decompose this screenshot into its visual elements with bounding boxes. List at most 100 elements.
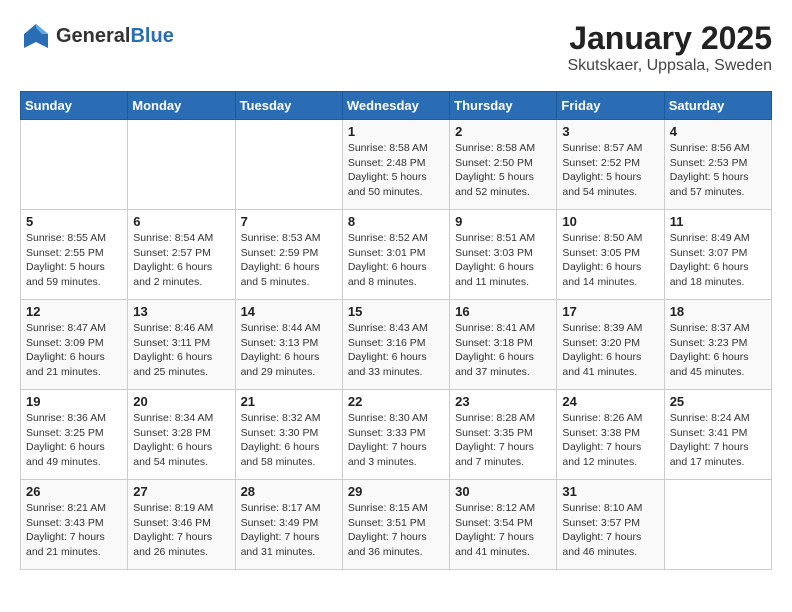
calendar-cell: 10 Sunrise: 8:50 AM Sunset: 3:05 PM Dayli… bbox=[557, 210, 664, 300]
day-info: Sunrise: 8:56 AM Sunset: 2:53 PM Dayligh… bbox=[670, 141, 766, 200]
calendar-week-1: 1Sunrise: 8:58 AM Sunset: 2:48 PM Daylig… bbox=[21, 120, 772, 210]
col-wednesday: Wednesday bbox=[342, 92, 449, 120]
day-number: 26 bbox=[26, 484, 122, 499]
calendar-cell: 19Sunrise: 8:36 AM Sunset: 3:25 PM Dayli… bbox=[21, 390, 128, 480]
header-row: Sunday Monday Tuesday Wednesday Thursday… bbox=[21, 92, 772, 120]
calendar-week-2: 5Sunrise: 8:55 AM Sunset: 2:55 PM Daylig… bbox=[21, 210, 772, 300]
calendar-header: Sunday Monday Tuesday Wednesday Thursday… bbox=[21, 92, 772, 120]
calendar-cell: 9 Sunrise: 8:51 AM Sunset: 3:03 PM Daylig… bbox=[450, 210, 557, 300]
day-info: Sunrise: 8:26 AM Sunset: 3:38 PM Dayligh… bbox=[562, 411, 658, 470]
day-info: Sunrise: 8:19 AM Sunset: 3:46 PM Dayligh… bbox=[133, 501, 229, 560]
day-number: 18 bbox=[670, 304, 766, 319]
calendar-cell: 1Sunrise: 8:58 AM Sunset: 2:48 PM Daylig… bbox=[342, 120, 449, 210]
calendar-cell: 6 Sunrise: 8:54 AM Sunset: 2:57 PM Daylig… bbox=[128, 210, 235, 300]
day-info: Sunrise: 8:47 AM Sunset: 3:09 PM Dayligh… bbox=[26, 321, 122, 380]
calendar-cell: 24 Sunrise: 8:26 AM Sunset: 3:38 PM Dayli… bbox=[557, 390, 664, 480]
calendar-subtitle: Skutskaer, Uppsala, Sweden bbox=[567, 57, 772, 75]
logo-general: General bbox=[56, 25, 130, 47]
day-number: 25 bbox=[670, 394, 766, 409]
col-thursday: Thursday bbox=[450, 92, 557, 120]
calendar-cell: 18 Sunrise: 8:37 AM Sunset: 3:23 PM Dayli… bbox=[664, 300, 771, 390]
calendar-cell: 8Sunrise: 8:52 AM Sunset: 3:01 PM Daylig… bbox=[342, 210, 449, 300]
calendar-week-4: 19Sunrise: 8:36 AM Sunset: 3:25 PM Dayli… bbox=[21, 390, 772, 480]
day-number: 3 bbox=[562, 124, 658, 139]
day-number: 27 bbox=[133, 484, 229, 499]
day-number: 1 bbox=[348, 124, 444, 139]
day-number: 13 bbox=[133, 304, 229, 319]
day-number: 6 bbox=[133, 214, 229, 229]
day-info: Sunrise: 8:46 AM Sunset: 3:11 PM Dayligh… bbox=[133, 321, 229, 380]
calendar-body: 1Sunrise: 8:58 AM Sunset: 2:48 PM Daylig… bbox=[21, 120, 772, 570]
calendar-cell: 22Sunrise: 8:30 AM Sunset: 3:33 PM Dayli… bbox=[342, 390, 449, 480]
calendar-cell: 31 Sunrise: 8:10 AM Sunset: 3:57 PM Dayli… bbox=[557, 480, 664, 570]
calendar-cell: 23 Sunrise: 8:28 AM Sunset: 3:35 PM Dayli… bbox=[450, 390, 557, 480]
day-info: Sunrise: 8:15 AM Sunset: 3:51 PM Dayligh… bbox=[348, 501, 444, 560]
col-sunday: Sunday bbox=[21, 92, 128, 120]
day-info: Sunrise: 8:10 AM Sunset: 3:57 PM Dayligh… bbox=[562, 501, 658, 560]
calendar-cell: 4Sunrise: 8:56 AM Sunset: 2:53 PM Daylig… bbox=[664, 120, 771, 210]
day-number: 11 bbox=[670, 214, 766, 229]
calendar-cell: 5Sunrise: 8:55 AM Sunset: 2:55 PM Daylig… bbox=[21, 210, 128, 300]
day-info: Sunrise: 8:28 AM Sunset: 3:35 PM Dayligh… bbox=[455, 411, 551, 470]
calendar-week-3: 12 Sunrise: 8:47 AM Sunset: 3:09 PM Dayli… bbox=[21, 300, 772, 390]
calendar-cell bbox=[664, 480, 771, 570]
day-number: 7 bbox=[241, 214, 337, 229]
day-number: 29 bbox=[348, 484, 444, 499]
day-info: Sunrise: 8:50 AM Sunset: 3:05 PM Dayligh… bbox=[562, 231, 658, 290]
col-monday: Monday bbox=[128, 92, 235, 120]
day-info: Sunrise: 8:44 AM Sunset: 3:13 PM Dayligh… bbox=[241, 321, 337, 380]
day-info: Sunrise: 8:36 AM Sunset: 3:25 PM Dayligh… bbox=[26, 411, 122, 470]
calendar-table: Sunday Monday Tuesday Wednesday Thursday… bbox=[20, 91, 772, 570]
logo-icon bbox=[20, 20, 52, 52]
logo-blue: Blue bbox=[130, 25, 173, 47]
col-friday: Friday bbox=[557, 92, 664, 120]
day-info: Sunrise: 8:43 AM Sunset: 3:16 PM Dayligh… bbox=[348, 321, 444, 380]
day-info: Sunrise: 8:53 AM Sunset: 2:59 PM Dayligh… bbox=[241, 231, 337, 290]
day-number: 31 bbox=[562, 484, 658, 499]
day-info: Sunrise: 8:37 AM Sunset: 3:23 PM Dayligh… bbox=[670, 321, 766, 380]
calendar-cell: 13 Sunrise: 8:46 AM Sunset: 3:11 PM Dayli… bbox=[128, 300, 235, 390]
day-number: 16 bbox=[455, 304, 551, 319]
day-number: 2 bbox=[455, 124, 551, 139]
calendar-cell: 15Sunrise: 8:43 AM Sunset: 3:16 PM Dayli… bbox=[342, 300, 449, 390]
calendar-cell: 17 Sunrise: 8:39 AM Sunset: 3:20 PM Dayli… bbox=[557, 300, 664, 390]
day-number: 24 bbox=[562, 394, 658, 409]
calendar-week-5: 26 Sunrise: 8:21 AM Sunset: 3:43 PM Dayli… bbox=[21, 480, 772, 570]
day-info: Sunrise: 8:54 AM Sunset: 2:57 PM Dayligh… bbox=[133, 231, 229, 290]
calendar-cell: 7 Sunrise: 8:53 AM Sunset: 2:59 PM Daylig… bbox=[235, 210, 342, 300]
day-info: Sunrise: 8:51 AM Sunset: 3:03 PM Dayligh… bbox=[455, 231, 551, 290]
day-number: 28 bbox=[241, 484, 337, 499]
calendar-cell: 12 Sunrise: 8:47 AM Sunset: 3:09 PM Dayli… bbox=[21, 300, 128, 390]
day-number: 14 bbox=[241, 304, 337, 319]
day-number: 8 bbox=[348, 214, 444, 229]
day-number: 17 bbox=[562, 304, 658, 319]
calendar-cell: 16Sunrise: 8:41 AM Sunset: 3:18 PM Dayli… bbox=[450, 300, 557, 390]
day-number: 23 bbox=[455, 394, 551, 409]
calendar-cell: 29 Sunrise: 8:15 AM Sunset: 3:51 PM Dayli… bbox=[342, 480, 449, 570]
day-info: Sunrise: 8:49 AM Sunset: 3:07 PM Dayligh… bbox=[670, 231, 766, 290]
day-number: 21 bbox=[241, 394, 337, 409]
day-number: 9 bbox=[455, 214, 551, 229]
day-info: Sunrise: 8:39 AM Sunset: 3:20 PM Dayligh… bbox=[562, 321, 658, 380]
calendar-cell: 28 Sunrise: 8:17 AM Sunset: 3:49 PM Dayli… bbox=[235, 480, 342, 570]
day-info: Sunrise: 8:21 AM Sunset: 3:43 PM Dayligh… bbox=[26, 501, 122, 560]
calendar-cell: 14 Sunrise: 8:44 AM Sunset: 3:13 PM Dayli… bbox=[235, 300, 342, 390]
calendar-cell: 3Sunrise: 8:57 AM Sunset: 2:52 PM Daylig… bbox=[557, 120, 664, 210]
day-number: 10 bbox=[562, 214, 658, 229]
calendar-cell bbox=[21, 120, 128, 210]
calendar-cell: 2Sunrise: 8:58 AM Sunset: 2:50 PM Daylig… bbox=[450, 120, 557, 210]
calendar-title: January 2025 bbox=[567, 20, 772, 57]
logo-text: GeneralBlue bbox=[56, 25, 174, 48]
col-tuesday: Tuesday bbox=[235, 92, 342, 120]
calendar-cell bbox=[128, 120, 235, 210]
day-number: 20 bbox=[133, 394, 229, 409]
title-block: January 2025 Skutskaer, Uppsala, Sweden bbox=[567, 20, 772, 75]
day-info: Sunrise: 8:17 AM Sunset: 3:49 PM Dayligh… bbox=[241, 501, 337, 560]
calendar-cell: 20Sunrise: 8:34 AM Sunset: 3:28 PM Dayli… bbox=[128, 390, 235, 480]
day-number: 12 bbox=[26, 304, 122, 319]
calendar-cell: 30Sunrise: 8:12 AM Sunset: 3:54 PM Dayli… bbox=[450, 480, 557, 570]
calendar-cell: 21 Sunrise: 8:32 AM Sunset: 3:30 PM Dayli… bbox=[235, 390, 342, 480]
day-info: Sunrise: 8:12 AM Sunset: 3:54 PM Dayligh… bbox=[455, 501, 551, 560]
day-info: Sunrise: 8:30 AM Sunset: 3:33 PM Dayligh… bbox=[348, 411, 444, 470]
day-info: Sunrise: 8:32 AM Sunset: 3:30 PM Dayligh… bbox=[241, 411, 337, 470]
